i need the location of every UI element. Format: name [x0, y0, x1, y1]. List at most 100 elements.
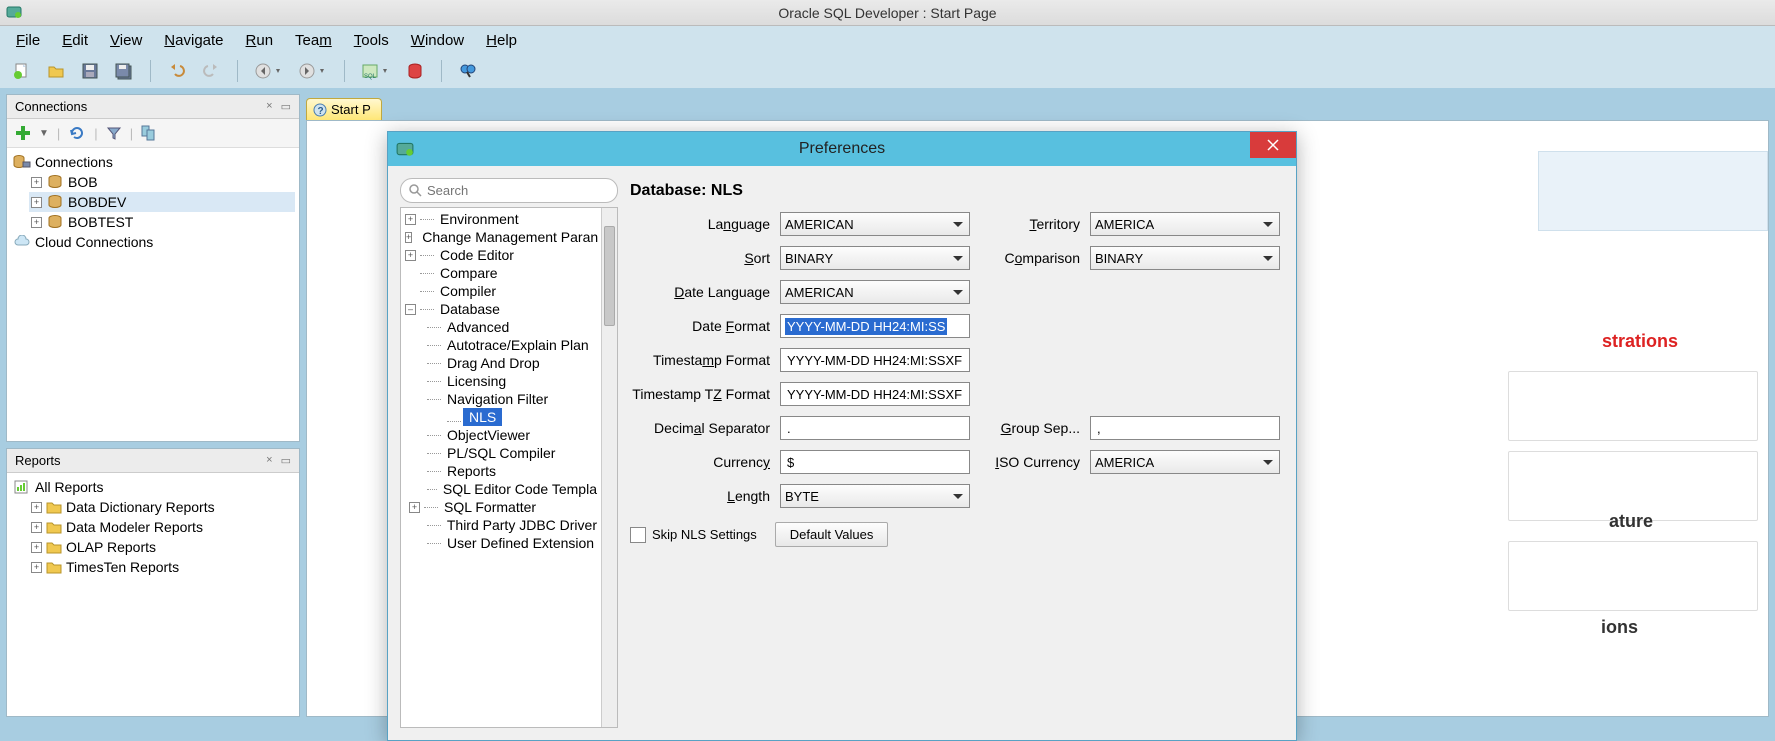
menu-run[interactable]: Run	[236, 29, 284, 52]
expander-icon[interactable]: +	[31, 522, 42, 533]
pref-tree-item[interactable]: Advanced	[425, 318, 599, 336]
expand-all-button[interactable]	[141, 125, 159, 141]
pref-search-input[interactable]	[400, 178, 618, 203]
pref-tree-item[interactable]: +SQL Formatter	[425, 498, 599, 516]
pref-tree-item[interactable]: Drag And Drop	[425, 354, 599, 372]
bg-card[interactable]	[1508, 541, 1758, 611]
reports-icon	[13, 479, 31, 495]
save-button[interactable]	[78, 59, 102, 83]
pref-tree-item[interactable]: +Environment	[403, 210, 599, 228]
input-decimal-separator[interactable]	[780, 416, 970, 440]
pref-tree-item-database[interactable]: –Database	[403, 300, 599, 318]
dialog-close-button[interactable]	[1250, 132, 1296, 158]
panel-close-icon[interactable]: ×	[266, 100, 272, 113]
reports-root[interactable]: All Reports	[11, 477, 295, 497]
expander-icon[interactable]: +	[31, 177, 42, 188]
pref-tree-item[interactable]: User Defined Extension	[425, 534, 599, 552]
connections-root[interactable]: Connections	[11, 152, 295, 172]
dropdown-arrow-icon[interactable]: ▼	[39, 128, 49, 139]
input-group-sep[interactable]	[1090, 416, 1280, 440]
pref-tree-item[interactable]: Compare	[403, 264, 599, 282]
pref-tree-item[interactable]: Reports	[425, 462, 599, 480]
pref-tree-item[interactable]: +Change Management Paran	[403, 228, 599, 246]
expander-icon[interactable]: +	[31, 197, 42, 208]
open-file-button[interactable]	[44, 59, 68, 83]
menu-help[interactable]: Help	[476, 29, 527, 52]
reports-tree[interactable]: All Reports + Data Dictionary Reports + …	[7, 473, 299, 716]
new-file-button[interactable]	[10, 59, 34, 83]
expander-icon[interactable]: –	[405, 304, 416, 315]
input-timestamp-format[interactable]	[780, 348, 970, 372]
report-item[interactable]: + OLAP Reports	[29, 537, 295, 557]
refresh-button[interactable]	[68, 124, 86, 142]
cloud-connections-item[interactable]: Cloud Connections	[11, 232, 295, 252]
expander-icon[interactable]: +	[409, 502, 420, 513]
pref-search	[400, 178, 618, 203]
expander-icon[interactable]: +	[31, 542, 42, 553]
pref-tree-item[interactable]: Autotrace/Explain Plan	[425, 336, 599, 354]
expander-icon[interactable]: +	[405, 214, 416, 225]
expander-icon[interactable]: +	[31, 562, 42, 573]
new-connection-button[interactable]	[13, 123, 33, 143]
input-currency[interactable]	[780, 450, 970, 474]
combo-sort[interactable]: BINARY	[780, 246, 970, 270]
nav-forward-button[interactable]	[296, 59, 330, 83]
filter-button[interactable]	[106, 125, 122, 141]
pref-tree-item[interactable]: SQL Editor Code Templa	[425, 480, 599, 498]
expander-icon[interactable]: +	[405, 250, 416, 261]
combo-language[interactable]: AMERICAN	[780, 212, 970, 236]
pref-tree-item[interactable]: Navigation Filter	[425, 390, 599, 408]
menu-navigate[interactable]: Navigate	[154, 29, 233, 52]
connection-item[interactable]: + BOBTEST	[29, 212, 295, 232]
bg-info-card	[1538, 151, 1768, 231]
expander-icon[interactable]: +	[405, 232, 412, 243]
bg-card[interactable]	[1508, 371, 1758, 441]
pref-tree-item-nls[interactable]: NLS	[463, 408, 502, 426]
report-item[interactable]: + TimesTen Reports	[29, 557, 295, 577]
connection-item[interactable]: + BOBDEV	[29, 192, 295, 212]
menu-tools[interactable]: Tools	[344, 29, 399, 52]
panel-minimize-icon[interactable]: ▭	[281, 100, 291, 113]
pref-tree-item[interactable]: ObjectViewer	[425, 426, 599, 444]
connections-tree[interactable]: Connections + BOB + BOBDEV +	[7, 148, 299, 441]
expander-icon[interactable]: +	[31, 217, 42, 228]
panel-close-icon[interactable]: ×	[266, 454, 272, 467]
pref-tree-item[interactable]: +Code Editor	[403, 246, 599, 264]
combo-comparison[interactable]: BINARY	[1090, 246, 1280, 270]
pref-tree-item[interactable]: Third Party JDBC Driver	[425, 516, 599, 534]
menu-edit[interactable]: Edit	[52, 29, 98, 52]
pref-tree[interactable]: +Environment +Change Management Paran +C…	[401, 208, 601, 727]
checkbox-skip-nls[interactable]	[630, 527, 646, 543]
pref-tree-item[interactable]: Compiler	[403, 282, 599, 300]
pref-form: Database: NLS Language AMERICAN Territor…	[630, 178, 1284, 728]
input-timestamp-tz-format[interactable]	[780, 382, 970, 406]
connection-item[interactable]: + BOB	[29, 172, 295, 192]
menu-team[interactable]: Team	[285, 29, 342, 52]
undo-button[interactable]	[165, 59, 189, 83]
menu-view[interactable]: View	[100, 29, 152, 52]
report-item[interactable]: + Data Modeler Reports	[29, 517, 295, 537]
report-item[interactable]: + Data Dictionary Reports	[29, 497, 295, 517]
find-button[interactable]	[456, 59, 480, 83]
dba-button[interactable]	[403, 59, 427, 83]
menu-window[interactable]: Window	[401, 29, 474, 52]
save-all-button[interactable]	[112, 59, 136, 83]
pref-tree-item[interactable]: Licensing	[425, 372, 599, 390]
expander-icon[interactable]: +	[31, 502, 42, 513]
dialog-titlebar[interactable]: Preferences	[388, 132, 1296, 166]
combo-iso-currency[interactable]: AMERICA	[1090, 450, 1280, 474]
pref-tree-item[interactable]: PL/SQL Compiler	[425, 444, 599, 462]
sql-worksheet-button[interactable]: SQL	[359, 59, 393, 83]
scrollbar-thumb[interactable]	[604, 226, 615, 326]
pref-tree-scrollbar[interactable]	[601, 208, 617, 727]
combo-date-language[interactable]: AMERICAN	[780, 280, 970, 304]
redo-button[interactable]	[199, 59, 223, 83]
nav-back-button[interactable]	[252, 59, 286, 83]
menu-file[interactable]: File	[6, 29, 50, 52]
combo-territory[interactable]: AMERICA	[1090, 212, 1280, 236]
default-values-button[interactable]: Default Values	[775, 522, 889, 547]
panel-minimize-icon[interactable]: ▭	[281, 454, 291, 467]
input-date-format[interactable]: YYYY-MM-DD HH24:MI:SS	[780, 314, 970, 338]
tab-start-page[interactable]: ? Start P	[306, 98, 382, 120]
combo-length[interactable]: BYTE	[780, 484, 970, 508]
